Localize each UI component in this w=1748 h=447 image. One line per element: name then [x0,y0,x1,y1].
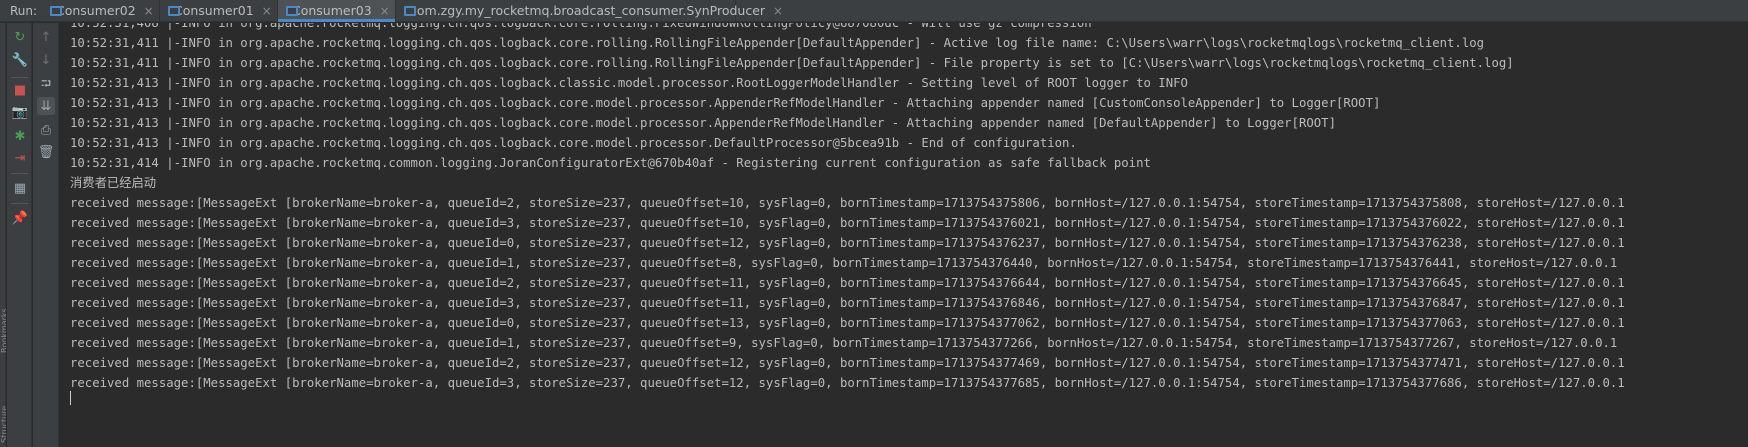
console-line: received message:[MessageExt [brokerName… [70,216,1625,230]
close-icon[interactable]: × [773,4,783,18]
close-icon[interactable]: × [262,4,272,18]
console-line: 10:52:31,414 |-INFO in org.apache.rocket… [70,156,1151,170]
console-line: received message:[MessageExt [brokerName… [70,256,1618,270]
side-tool-strip: Bookmarks Structure [0,23,6,447]
tab-label: com.zgy.my_rocketmq.broadcast_consumer.S… [410,3,766,18]
console-line: 10:52:31,411 |-INFO in org.apache.rocket… [70,36,1485,50]
run-toolbar-primary: ↻ 🔧 ■ 📷 ✱ ⇥ ▦ 📌 [7,23,32,447]
toolbar-divider [11,203,28,204]
tab-syn-producer[interactable]: com.zgy.my_rocketmq.broadcast_consumer.S… [396,0,783,21]
run-toolbar-secondary: ↑ ↓ ⮒ ⇊ ⎙ 🗑 [33,23,59,447]
tab-consumer02[interactable]: Consumer02 × [42,0,160,21]
print-icon[interactable]: ⎙ [37,121,55,139]
console-line: received message:[MessageExt [brokerName… [70,276,1625,290]
console-line: received message:[MessageExt [brokerName… [70,336,1618,350]
tab-consumer03[interactable]: Consumer03 × [278,0,396,22]
tab-label: Consumer03 [292,3,372,18]
console-line: received message:[MessageExt [brokerName… [70,316,1625,330]
console-line: received message:[MessageExt [brokerName… [70,196,1625,210]
bookmarks-tab[interactable]: Bookmarks [0,273,6,353]
soft-wrap-icon[interactable]: ⮒ [37,75,55,93]
tab-consumer01[interactable]: Consumer01 × [160,0,278,21]
run-label: Run: [10,3,38,18]
close-icon[interactable]: × [380,4,390,18]
console-line: 消费者已经启动 [70,176,157,190]
tab-label: Consumer02 [56,3,136,18]
toolbar-divider [11,173,28,174]
close-icon[interactable]: × [144,4,154,18]
debug-icon[interactable]: ✱ [11,127,29,145]
console-line: 10:52:31,413 |-INFO in org.apache.rocket… [70,96,1381,110]
rerun-icon[interactable]: ↻ [11,28,29,46]
console-line: 10:52:31,413 |-INFO in org.apache.rocket… [70,116,1336,130]
toolbar-divider [11,77,28,78]
tab-label: Consumer01 [174,3,254,18]
console-output[interactable]: 10:52:31,408 |-INFO in org.apache.rocket… [60,23,1748,447]
console-line: 10:52:31,413 |-INFO in org.apache.rocket… [70,136,1077,150]
run-tab-bar: Run: Consumer02 × Consumer01 × Consumer0… [0,0,1748,22]
text-caret [70,391,71,405]
console-line: 10:52:31,408 |-INFO in org.apache.rocket… [70,23,1092,30]
camera-icon[interactable]: 📷 [11,103,29,121]
console-line: received message:[MessageExt [brokerName… [70,376,1625,390]
console-line: 10:52:31,411 |-INFO in org.apache.rocket… [70,56,1514,70]
stop-icon[interactable]: ■ [11,81,29,99]
arrow-up-icon[interactable]: ↑ [37,28,55,46]
console-line: received message:[MessageExt [brokerName… [70,356,1625,370]
console-line: received message:[MessageExt [brokerName… [70,296,1625,310]
console-line: received message:[MessageExt [brokerName… [70,236,1625,250]
run-tool-window: Run: Consumer02 × Consumer01 × Consumer0… [0,0,1748,447]
scroll-to-end-icon[interactable]: ⇊ [37,97,55,115]
layout-icon[interactable]: ▦ [11,179,29,197]
settings-icon[interactable]: 🔧 [11,51,29,69]
pin-icon[interactable]: 📌 [11,209,29,227]
trash-icon[interactable]: 🗑 [37,143,55,161]
arrow-down-icon[interactable]: ↓ [37,51,55,69]
structure-tab[interactable]: Structure [0,363,6,443]
exit-icon[interactable]: ⇥ [11,149,29,167]
console-line: 10:52:31,413 |-INFO in org.apache.rocket… [70,76,1188,90]
